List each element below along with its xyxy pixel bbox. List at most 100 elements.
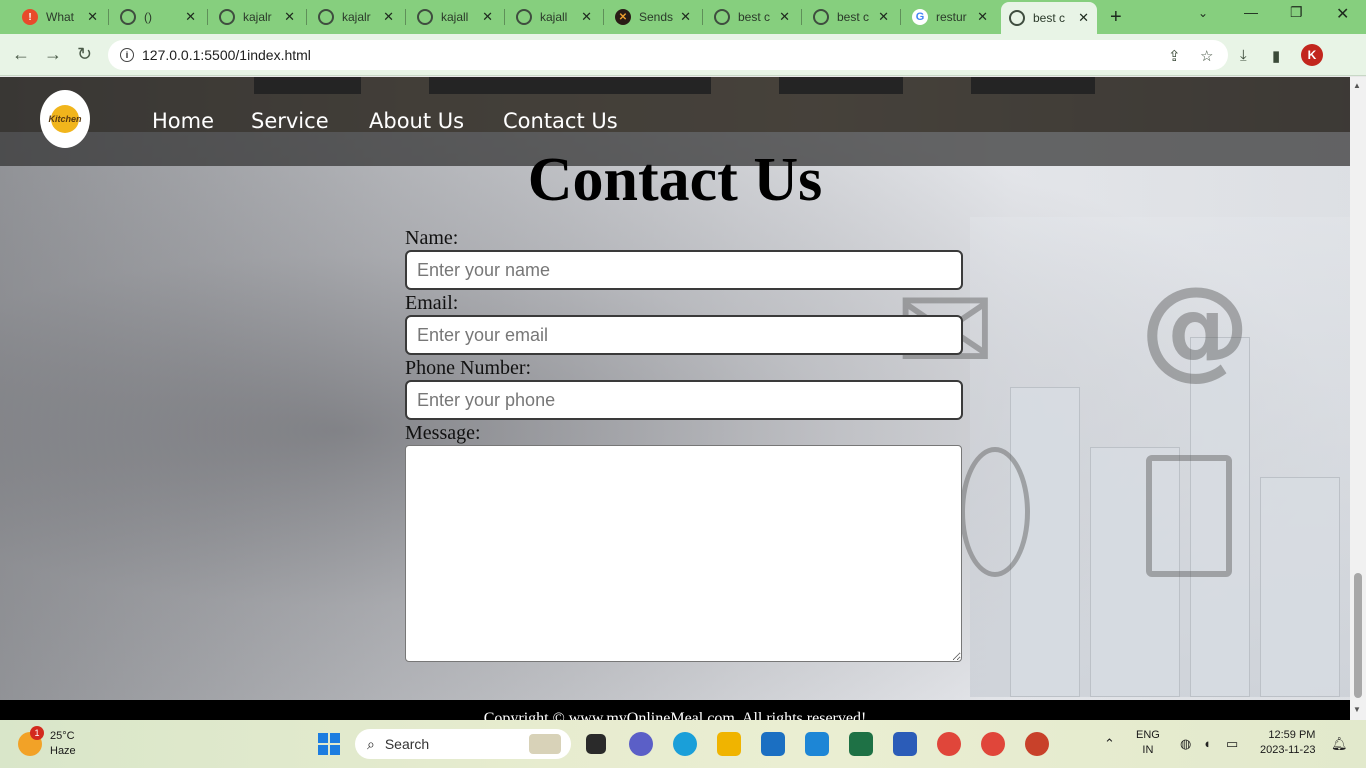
tab-title: kajalr — [342, 10, 371, 24]
profile-avatar[interactable]: K — [1301, 44, 1323, 66]
browser-tab[interactable]: best c ✕ — [805, 4, 897, 30]
edge-icon[interactable] — [673, 732, 697, 756]
vscode-icon[interactable] — [805, 732, 829, 756]
warning-icon: ! — [22, 9, 38, 25]
site-info-icon[interactable]: i — [120, 48, 134, 62]
side-panel-icon[interactable]: ▮ — [1272, 47, 1280, 65]
browser-tab[interactable]: () ✕ — [112, 4, 204, 30]
close-icon[interactable]: ✕ — [87, 9, 98, 25]
clock-time: 12:59 PM — [1268, 729, 1316, 741]
start-button[interactable] — [318, 733, 340, 755]
globe-icon — [417, 9, 433, 25]
weather-sun-icon: 1 — [18, 726, 44, 756]
browser-tab[interactable]: ✕ Sends ✕ — [607, 4, 699, 30]
address-bar[interactable]: i 127.0.0.1:5500/1index.html — [108, 40, 1228, 70]
tab-title: () — [144, 10, 152, 24]
back-icon[interactable]: ← — [12, 44, 30, 65]
browser-tab[interactable]: kajalr ✕ — [211, 4, 303, 30]
browser-tab[interactable]: best c ✕ — [706, 4, 798, 30]
nav-link-about-us[interactable]: About Us — [369, 109, 464, 133]
restore-icon[interactable]: ❐ — [1290, 4, 1303, 21]
close-icon[interactable]: ✕ — [581, 9, 592, 25]
word-icon[interactable] — [893, 732, 917, 756]
browser-tab[interactable]: kajalr ✕ — [310, 4, 402, 30]
tab-separator — [702, 9, 703, 25]
tab-title: best c — [1033, 11, 1066, 25]
forward-icon[interactable]: → — [44, 44, 62, 65]
browser-tab[interactable]: kajall ✕ — [508, 4, 600, 30]
file-explorer-icon[interactable] — [717, 732, 741, 756]
message-textarea[interactable] — [405, 445, 962, 662]
weather-widget[interactable]: 1 25°C Haze — [18, 726, 76, 759]
browser-tab[interactable]: kajall ✕ — [409, 4, 501, 30]
new-tab-icon[interactable]: + — [1110, 6, 1122, 29]
powerpoint-icon[interactable] — [1025, 732, 1049, 756]
page-title: Contact Us — [527, 146, 823, 214]
download-icon[interactable]: ⤓ — [1240, 47, 1247, 64]
reload-icon[interactable]: ↻ — [77, 44, 92, 65]
tab-separator — [900, 9, 901, 25]
language-indicator[interactable]: ENG IN — [1136, 728, 1160, 758]
minimize-icon[interactable]: — — [1244, 4, 1258, 20]
globe-icon — [120, 9, 136, 25]
volume-icon[interactable]: ◖ — [1203, 736, 1211, 751]
email-input[interactable] — [405, 315, 963, 355]
tab-separator — [504, 9, 505, 25]
globe-icon — [714, 9, 730, 25]
tab-search-icon[interactable]: ⌄ — [1198, 6, 1208, 20]
browser-tab-active[interactable]: best c ✕ — [1001, 2, 1097, 34]
chrome-icon[interactable] — [937, 732, 961, 756]
clock[interactable]: 12:59 PM 2023-11-23 — [1260, 728, 1315, 758]
search-highlight-image — [529, 734, 561, 754]
chrome-profile-icon[interactable] — [981, 732, 1005, 756]
browser-toolbar: ← → ↻ i 127.0.0.1:5500/1index.html ⇪ ☆ ⤓… — [0, 34, 1366, 76]
browser-tab[interactable]: ! What ✕ — [14, 4, 106, 30]
close-icon[interactable]: ✕ — [977, 9, 988, 25]
notifications-icon[interactable]: 🔔︎ — [1331, 736, 1348, 752]
close-icon[interactable]: ✕ — [680, 9, 691, 25]
tab-title: best c — [837, 10, 870, 24]
teams-chat-icon[interactable] — [629, 732, 653, 756]
close-icon[interactable]: ✕ — [779, 9, 790, 25]
close-icon[interactable]: ✕ — [383, 9, 394, 25]
mail-icon[interactable] — [761, 732, 785, 756]
language-line1: ENG — [1136, 729, 1160, 741]
browser-tab[interactable]: G restur ✕ — [904, 4, 996, 30]
close-icon[interactable]: ✕ — [284, 9, 295, 25]
tab-title: Sends — [639, 10, 674, 24]
phone-label: Phone Number: — [405, 357, 532, 379]
network-icon[interactable]: ◍ — [1180, 736, 1191, 752]
search-placeholder: Search — [384, 736, 430, 752]
share-icon[interactable]: ⇪ — [1168, 47, 1181, 65]
scrollbar-thumb[interactable] — [1354, 573, 1362, 698]
scroll-down-icon[interactable]: ▼ — [1353, 705, 1361, 714]
scroll-up-icon[interactable]: ▲ — [1353, 81, 1361, 90]
bookmark-star-icon[interactable]: ☆ — [1200, 47, 1213, 65]
page-viewport: ✉ @ Kitchen Home Service About Us Contac… — [0, 77, 1350, 720]
search-icon: ⌕ — [367, 735, 375, 752]
site-logo[interactable]: Kitchen — [40, 90, 90, 148]
globe-icon — [318, 9, 334, 25]
at-sign-icon: @ — [1140, 263, 1250, 391]
taskbar-search[interactable]: ⌕ Search — [355, 729, 571, 759]
name-input[interactable] — [405, 250, 963, 290]
nav-link-home[interactable]: Home — [152, 109, 214, 133]
tab-separator — [801, 9, 802, 25]
close-icon[interactable]: ✕ — [878, 9, 889, 25]
close-icon[interactable]: ✕ — [1078, 10, 1089, 26]
page-scrollbar[interactable]: ▲ ▼ — [1350, 77, 1366, 720]
tray-overflow-icon[interactable]: ⌃ — [1104, 736, 1115, 752]
close-icon[interactable]: ✕ — [185, 9, 196, 25]
nav-link-service[interactable]: Service — [251, 109, 329, 133]
nav-link-contact-us[interactable]: Contact Us — [503, 109, 618, 133]
task-view-icon[interactable] — [586, 734, 606, 754]
weather-temperature: 25°C — [50, 730, 75, 742]
close-icon[interactable]: ✕ — [482, 9, 493, 25]
notification-badge: 1 — [30, 726, 44, 740]
excel-icon[interactable] — [849, 732, 873, 756]
phone-icon — [960, 447, 1030, 577]
tab-title: kajall — [441, 10, 469, 24]
phone-input[interactable] — [405, 380, 963, 420]
battery-icon[interactable]: ▭ — [1226, 736, 1238, 752]
close-window-icon[interactable]: ✕ — [1336, 4, 1349, 24]
